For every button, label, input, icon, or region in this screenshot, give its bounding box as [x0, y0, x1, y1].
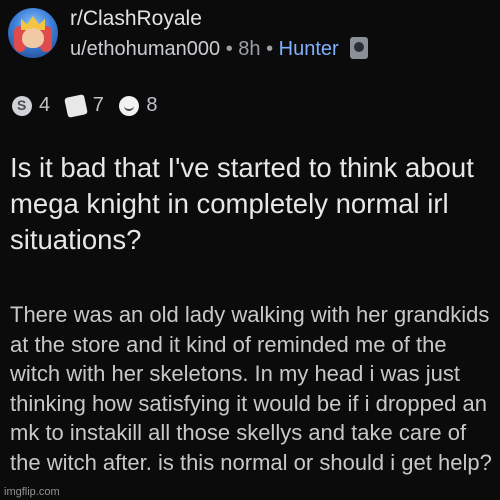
watermark: imgflip.com: [4, 486, 60, 498]
post-age: 8h: [238, 38, 261, 60]
award-count: 4: [39, 94, 51, 116]
meta-separator: •: [225, 38, 233, 60]
user-flair: Hunter: [278, 38, 339, 60]
award-wholesome[interactable]: 8: [119, 94, 158, 117]
post-header: r/ClashRoyale u/ethohuman000 • 8h • Hunt…: [8, 4, 488, 64]
meta-separator: •: [266, 38, 274, 60]
award-helpful[interactable]: 7: [63, 93, 104, 118]
post-meta: u/ethohuman000 • 8h • Hunter: [70, 37, 369, 61]
flair-icon: [350, 37, 369, 59]
award-count: 7: [92, 94, 104, 116]
avatar-face: [22, 28, 44, 48]
award-silver[interactable]: 4: [12, 94, 50, 117]
post-body: There was an old lady walking with her g…: [10, 302, 492, 475]
helpful-award-icon: [63, 93, 88, 118]
post-title[interactable]: Is it bad that I've started to think abo…: [10, 150, 490, 258]
award-count: 8: [146, 94, 158, 116]
wholesome-award-icon: [119, 95, 140, 116]
reddit-post: r/ClashRoyale u/ethohuman000 • 8h • Hunt…: [0, 0, 500, 500]
silver-award-icon: [12, 95, 32, 116]
subreddit-avatar[interactable]: [8, 8, 58, 58]
author-link[interactable]: u/ethohuman000: [70, 38, 220, 60]
subreddit-name[interactable]: r/ClashRoyale: [70, 7, 202, 31]
awards-bar[interactable]: 4 7 8: [12, 93, 168, 120]
